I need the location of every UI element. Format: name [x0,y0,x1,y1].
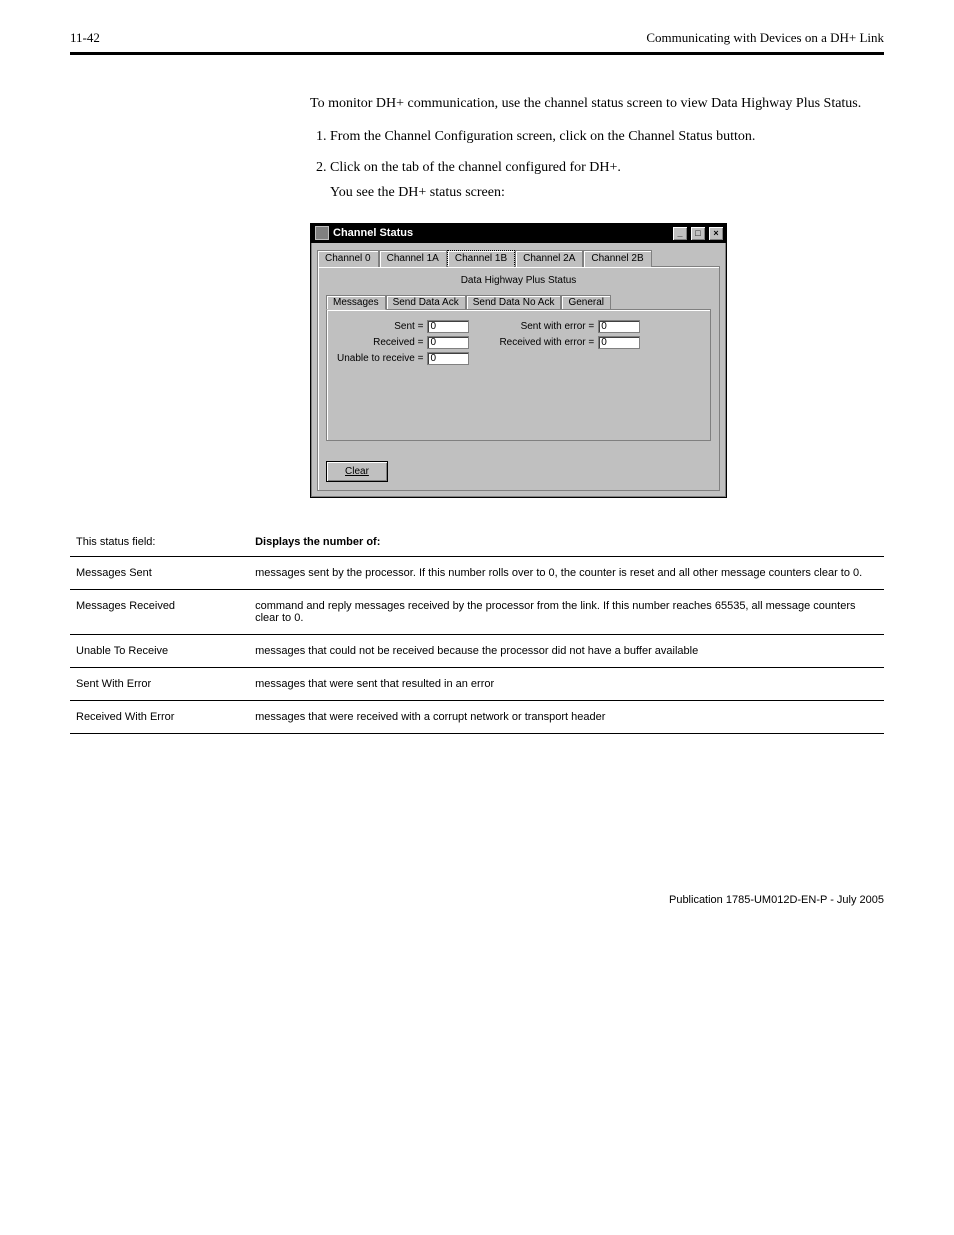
tab-channel-2a[interactable]: Channel 2A [515,250,583,267]
channel-status-window: Channel Status _ □ × Channel 0 Channel 1… [310,223,727,498]
cell-field: Messages Sent [70,556,249,589]
clear-button[interactable]: Clear [326,461,388,482]
tab-channel-0[interactable]: Channel 0 [317,250,379,267]
intro-step-1: From the Channel Configuration screen, c… [330,128,884,147]
outer-tabs: Channel 0 Channel 1A Channel 1B Channel … [317,250,720,267]
outer-panel: Data Highway Plus Status Messages Send D… [317,266,720,491]
tab-messages[interactable]: Messages [326,295,386,310]
label-received: Received = [373,337,423,348]
label-sent: Sent = [394,321,423,332]
th-field: This status field: [70,528,249,557]
intro-step-2-text: Click on the tab of the channel configur… [330,160,621,175]
header-rule [70,52,884,55]
inner-panel: Sent = Received = Unable to receive = [326,309,711,441]
intro-step-2: Click on the tab of the channel configur… [330,159,884,203]
table-row: Received With Error messages that were r… [70,700,884,733]
footer-publication: Publication 1785-UM012D-EN-P - July 2005 [70,894,884,906]
doc-title: Communicating with Devices on a DH+ Link [646,30,884,46]
table-row: Sent With Error messages that were sent … [70,667,884,700]
value-unable [427,352,469,365]
th-desc: Displays the number of: [249,528,884,557]
panel-title: Data Highway Plus Status [326,275,711,286]
cell-desc: messages that could not be received beca… [249,634,884,667]
minimize-button[interactable]: _ [672,226,688,241]
intro-yousee: You see the DH+ status screen: [330,184,884,203]
close-button[interactable]: × [708,226,724,241]
tab-send-data-ack[interactable]: Send Data Ack [386,295,466,310]
titlebar[interactable]: Channel Status _ □ × [311,224,726,243]
table-row: Unable To Receive messages that could no… [70,634,884,667]
intro-step-1-text: From the Channel Configuration screen, c… [330,129,755,144]
value-received [427,336,469,349]
cell-field: Sent With Error [70,667,249,700]
cell-field: Received With Error [70,700,249,733]
intro-lead: To monitor DH+ communication, use the ch… [310,95,884,114]
cell-desc: messages that were sent that resulted in… [249,667,884,700]
window-title: Channel Status [333,227,670,239]
maximize-button[interactable]: □ [690,226,706,241]
tab-channel-2b[interactable]: Channel 2B [583,250,651,267]
value-sent-error [598,320,640,333]
label-recv-error: Received with error = [499,337,594,348]
cell-field: Unable To Receive [70,634,249,667]
page-number: 11-42 [70,30,100,46]
tab-send-data-no-ack[interactable]: Send Data No Ack [466,295,562,310]
cell-field: Messages Received [70,589,249,634]
tab-channel-1b[interactable]: Channel 1B [447,250,515,267]
inner-tabs: Messages Send Data Ack Send Data No Ack … [326,295,711,310]
cell-desc: command and reply messages received by t… [249,589,884,634]
tab-channel-1a[interactable]: Channel 1A [379,250,447,267]
label-sent-error: Sent with error = [521,321,595,332]
value-sent [427,320,469,333]
label-unable: Unable to receive = [337,353,423,364]
cell-desc: messages that were received with a corru… [249,700,884,733]
table-row: Messages Received command and reply mess… [70,589,884,634]
table-row: Messages Sent messages sent by the proce… [70,556,884,589]
tab-general[interactable]: General [561,295,611,310]
cell-desc: messages sent by the processor. If this … [249,556,884,589]
window-icon [315,226,329,240]
clear-button-label: Clear [345,466,369,477]
status-table: This status field: Displays the number o… [70,528,884,734]
value-recv-error [598,336,640,349]
